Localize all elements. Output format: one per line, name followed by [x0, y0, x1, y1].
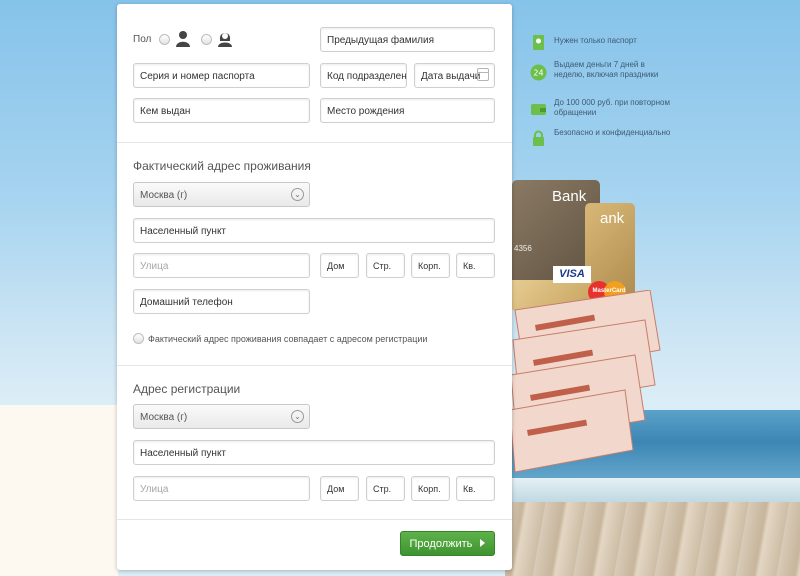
gender-female-radio[interactable]: [201, 34, 212, 45]
registration-street-field[interactable]: Улица: [133, 476, 310, 501]
passport-number-field[interactable]: Серия и номер паспорта: [133, 63, 310, 88]
visa-logo: VISA: [553, 266, 591, 283]
24-hours-icon: 24: [530, 64, 547, 81]
background-beach: [0, 405, 118, 576]
card-number: 4356: [514, 244, 532, 253]
feature-24-7: Выдаем деньги 7 дней в неделю, включая п…: [554, 60, 659, 79]
feature-secure: Безопасно и конфиденциально: [554, 128, 671, 137]
male-icon[interactable]: [175, 30, 191, 47]
divider: [117, 142, 512, 143]
actual-street-field[interactable]: Улица: [133, 253, 310, 278]
birthplace-field[interactable]: Место рождения: [320, 98, 495, 123]
continue-label: Продолжить: [409, 538, 473, 550]
card-bank-label-2: ank: [600, 210, 625, 227]
actual-city-value: Москва (г): [140, 190, 188, 201]
continue-button[interactable]: Продолжить: [400, 531, 495, 556]
previous-surname-field[interactable]: Предыдущая фамилия: [320, 27, 495, 52]
passport-icon: [533, 35, 544, 50]
feature-limit: До 100 000 руб. при повторном обращении: [554, 98, 670, 117]
wallet-icon: [531, 104, 546, 115]
home-phone-field[interactable]: Домашний телефон: [133, 289, 310, 314]
issue-date-placeholder: Дата выдачи: [421, 71, 481, 82]
issued-by-field[interactable]: Кем выдан: [133, 98, 310, 123]
svg-text:24: 24: [533, 69, 543, 78]
divider: [117, 519, 512, 520]
actual-house-field[interactable]: Дом: [320, 253, 359, 278]
gender-label: Пол: [133, 34, 152, 45]
application-form: Пол Предыдущая фамилия Серия и номер пас…: [117, 4, 512, 570]
calendar-icon[interactable]: [477, 68, 489, 81]
registration-block-field[interactable]: Корп.: [411, 476, 450, 501]
chevron-down-icon: ⌄: [291, 410, 304, 423]
divider: [117, 365, 512, 366]
registration-address-title: Адрес регистрации: [133, 382, 241, 396]
feature-passport: Нужен только паспорт: [554, 36, 637, 45]
same-address-label[interactable]: Фактический адрес проживания совпадает с…: [148, 334, 427, 344]
play-arrow-icon: [480, 539, 486, 547]
same-address-checkbox[interactable]: [133, 333, 144, 344]
actual-locality-field[interactable]: Населенный пункт: [133, 218, 495, 243]
background-deck: [505, 502, 800, 576]
registration-city-select[interactable]: Москва (г) ⌄: [133, 404, 310, 429]
actual-building-field[interactable]: Стр.: [366, 253, 405, 278]
chevron-down-icon: ⌄: [291, 188, 304, 201]
gender-male-radio[interactable]: [159, 34, 170, 45]
actual-address-title: Фактический адрес проживания: [133, 159, 311, 173]
division-code-field[interactable]: Код подразделения: [320, 63, 407, 88]
issue-date-field[interactable]: Дата выдачи: [414, 63, 495, 88]
card-bank-label: Bank: [552, 188, 587, 205]
banknotes-icon: [509, 290, 661, 473]
registration-city-value: Москва (г): [140, 412, 188, 423]
registration-building-field[interactable]: Стр.: [366, 476, 405, 501]
registration-locality-field[interactable]: Населенный пункт: [133, 440, 495, 465]
actual-city-select[interactable]: Москва (г) ⌄: [133, 182, 310, 207]
actual-block-field[interactable]: Корп.: [411, 253, 450, 278]
actual-apartment-field[interactable]: Кв.: [456, 253, 495, 278]
female-icon[interactable]: [217, 30, 233, 47]
background-surf: [505, 478, 800, 504]
registration-apartment-field[interactable]: Кв.: [456, 476, 495, 501]
registration-house-field[interactable]: Дом: [320, 476, 359, 501]
lock-icon: [533, 130, 544, 146]
